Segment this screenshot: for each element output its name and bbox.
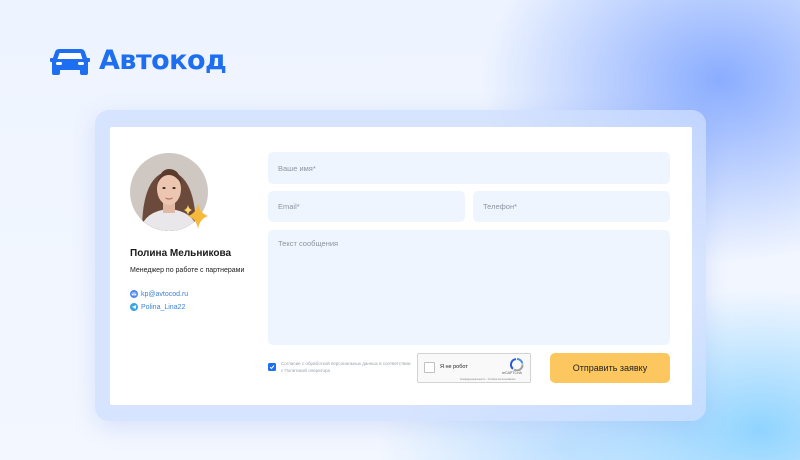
email-placeholder: Email* [278, 202, 300, 211]
sparkle-icon [184, 203, 208, 229]
recaptcha-checkbox[interactable] [424, 362, 435, 373]
brand-name: Автокод [99, 45, 227, 76]
name-field[interactable]: Ваше имя* [268, 152, 670, 184]
consent-text: Согласие с обработкой персональных данны… [281, 361, 411, 373]
manager-role: Менеджер по работе с партнерами [130, 267, 245, 274]
recaptcha-brand: reCAPTCHA [502, 371, 522, 375]
manager-email: kp@avtocod.ru [141, 290, 189, 298]
phone-placeholder: Телефон* [483, 202, 518, 211]
manager-telegram: Polina_Lina22 [141, 303, 186, 311]
checkmark-icon [269, 365, 275, 370]
message-placeholder: Текст сообщения [278, 239, 339, 248]
name-placeholder: Ваше имя* [278, 163, 316, 173]
recaptcha-label: Я не робот [440, 364, 468, 370]
submit-button[interactable]: Отправить заявку [550, 353, 670, 383]
consent-checkbox[interactable] [268, 363, 276, 371]
manager-email-link[interactable]: kp@avtocod.ru [130, 290, 188, 298]
recaptcha-widget[interactable]: Я не робот reCAPTCHA Конфиденциальность … [417, 353, 531, 383]
telegram-icon [130, 303, 138, 311]
manager-telegram-link[interactable]: Polina_Lina22 [130, 303, 185, 311]
manager-name: Полина Мельникова [130, 248, 232, 259]
car-icon [50, 48, 90, 75]
mail-icon [130, 290, 138, 298]
recaptcha-icon [510, 358, 524, 371]
recaptcha-terms[interactable]: Конфиденциальность - Условия использован… [460, 378, 515, 381]
email-field[interactable]: Email* [268, 191, 465, 222]
phone-field[interactable]: Телефон* [473, 191, 670, 222]
message-field[interactable]: Текст сообщения [268, 230, 670, 345]
brand-logo[interactable]: Автокод [50, 45, 227, 76]
